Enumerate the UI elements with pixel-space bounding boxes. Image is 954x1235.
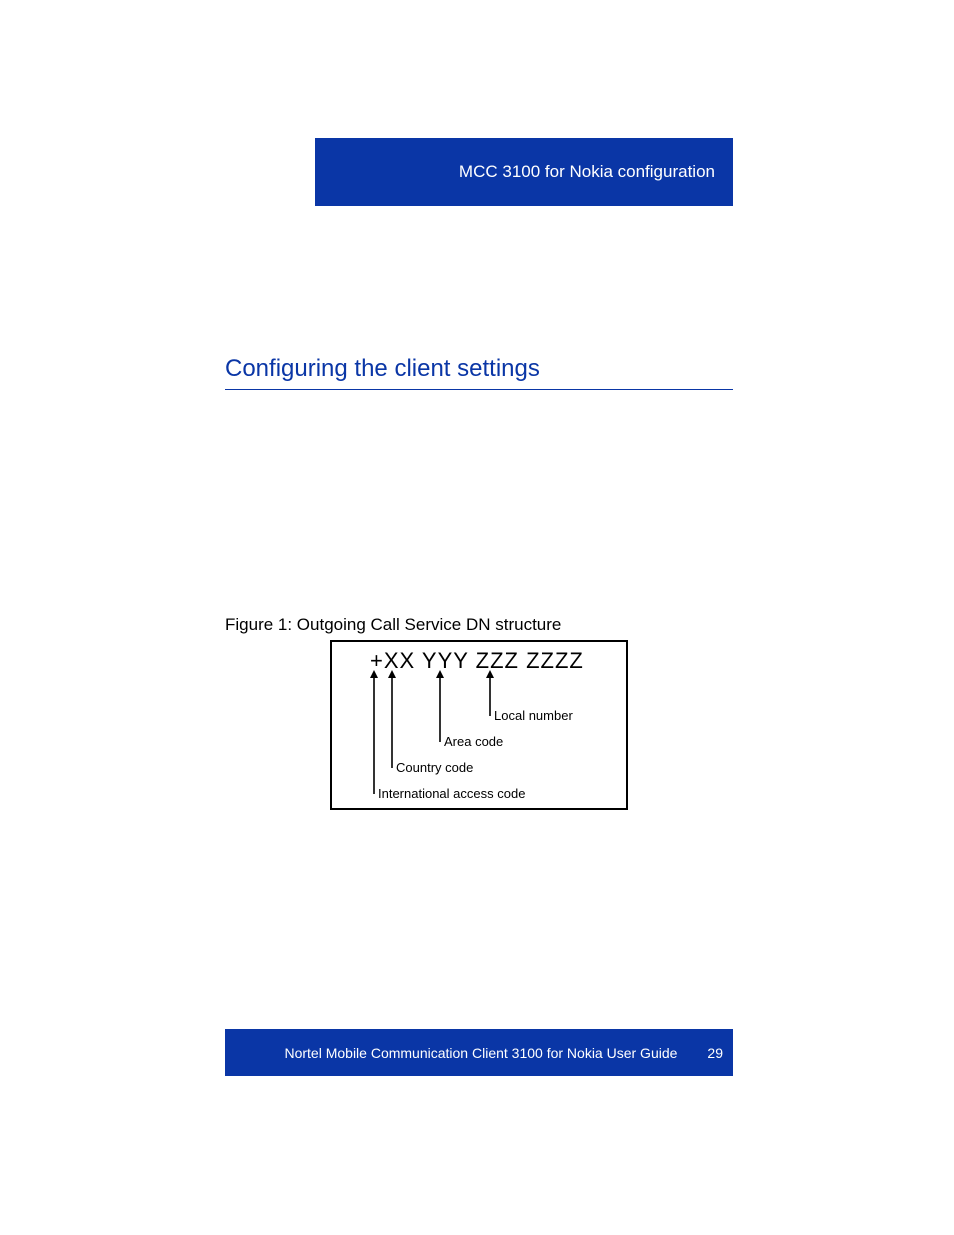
label-area-code: Area code xyxy=(444,734,503,749)
label-country-code: Country code xyxy=(396,760,473,775)
footer-doc-title: Nortel Mobile Communication Client 3100 … xyxy=(284,1045,677,1061)
figure-box: +XX YYY ZZZ ZZZZ Local number Area code … xyxy=(330,640,628,810)
page-heading: Configuring the client settings xyxy=(225,355,733,390)
footer-page-number: 29 xyxy=(707,1045,723,1061)
figure-arrows xyxy=(332,642,626,808)
header-bar: MCC 3100 for Nokia configuration xyxy=(315,138,733,206)
header-section-title: MCC 3100 for Nokia configuration xyxy=(459,162,715,182)
label-intl-access: International access code xyxy=(378,786,525,801)
figure-caption: Figure 1: Outgoing Call Service DN struc… xyxy=(225,615,561,635)
footer-bar: Nortel Mobile Communication Client 3100 … xyxy=(225,1029,733,1076)
label-local-number: Local number xyxy=(494,708,573,723)
